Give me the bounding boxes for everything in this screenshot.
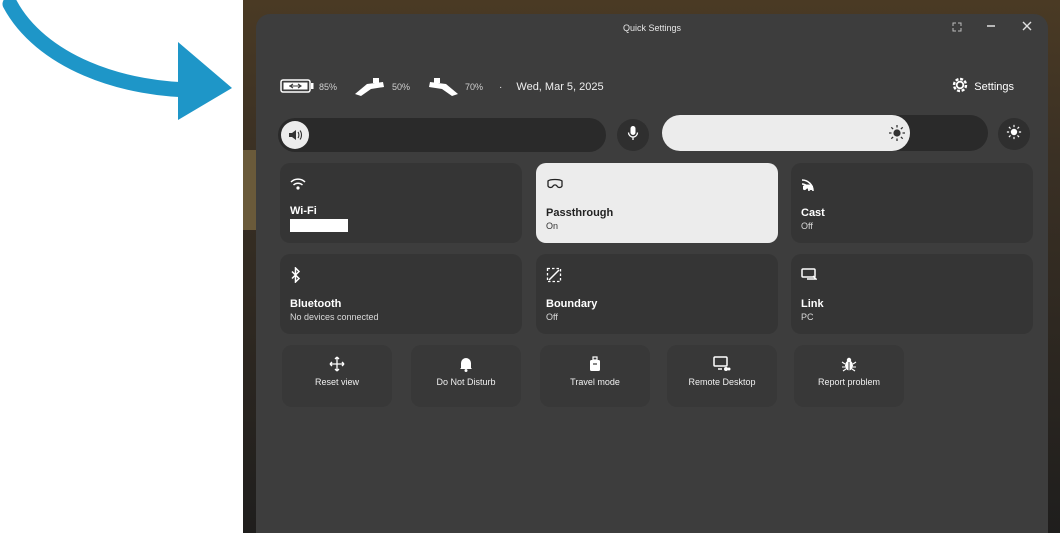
settings-label: Settings (974, 80, 1014, 93)
gear-icon (952, 77, 968, 96)
window-title: Quick Settings (622, 23, 682, 33)
status-separator: · (499, 81, 503, 93)
boundary-icon (546, 266, 768, 284)
do-not-disturb-label: Do Not Disturb (436, 377, 496, 387)
tile-passthrough[interactable]: Passthrough On (536, 163, 778, 243)
tile-label: Passthrough (546, 207, 614, 219)
tile-bluetooth[interactable]: Bluetooth No devices connected (280, 254, 522, 334)
settings-button[interactable]: Settings (952, 77, 1014, 96)
tile-label: Boundary (546, 298, 598, 310)
bug-icon (794, 355, 904, 373)
tile-label: Bluetooth (290, 298, 342, 310)
headset-battery-icon (280, 78, 314, 96)
remote-desktop-icon (667, 355, 777, 373)
volume-slider[interactable] (278, 118, 606, 152)
quick-settings-panel: Quick Settings 85% 50% 70% · Wed, Mar 5,… (256, 14, 1048, 533)
link-icon (801, 266, 1023, 284)
brightness-knob-icon (888, 124, 906, 147)
bluetooth-icon (290, 266, 512, 284)
wifi-icon (290, 175, 512, 193)
headset-battery-value: 85% (319, 82, 338, 92)
report-problem-button[interactable]: Report problem (794, 345, 904, 407)
tile-label: Cast (801, 207, 825, 219)
left-controller-battery: 50% (353, 76, 410, 99)
title-bar[interactable]: Quick Settings (256, 14, 1048, 44)
tile-wifi[interactable]: Wi-Fi (280, 163, 522, 243)
passthrough-icon (546, 175, 768, 193)
right-controller-icon (426, 76, 460, 99)
right-controller-battery: 70% (426, 76, 483, 99)
tile-label: Link (801, 298, 824, 310)
close-icon[interactable] (1018, 19, 1036, 37)
annotation-arrow (2, 0, 232, 120)
travel-mode-label: Travel mode (570, 377, 620, 387)
luggage-icon (540, 355, 650, 373)
travel-mode-button[interactable]: Travel mode (540, 345, 650, 407)
report-problem-label: Report problem (817, 377, 881, 387)
right-controller-battery-value: 70% (465, 82, 484, 92)
move-icon (282, 355, 392, 373)
minimize-icon[interactable] (982, 19, 1000, 37)
reset-view-label: Reset view (314, 377, 359, 387)
tile-status: On (546, 221, 559, 231)
wifi-network-name-redacted (290, 219, 348, 232)
brightness-icon (1006, 124, 1022, 145)
left-controller-icon (353, 76, 387, 99)
tile-status: No devices connected (290, 312, 379, 322)
microphone-button[interactable] (617, 119, 649, 151)
tile-label: Wi-Fi (290, 205, 317, 217)
status-bar: 85% 50% 70% · Wed, Mar 5, 2025 (280, 76, 604, 99)
tile-status: Off (546, 312, 558, 322)
brightness-fill (662, 115, 910, 151)
remote-desktop-label: Remote Desktop (688, 377, 756, 387)
tile-cast[interactable]: Cast Off (791, 163, 1033, 243)
bell-icon (411, 355, 521, 373)
cast-icon (801, 175, 1023, 193)
tile-status: Off (801, 221, 813, 231)
tile-status: PC (801, 312, 814, 322)
do-not-disturb-button[interactable]: Do Not Disturb (411, 345, 521, 407)
volume-icon[interactable] (281, 121, 309, 149)
tile-boundary[interactable]: Boundary Off (536, 254, 778, 334)
remote-desktop-button[interactable]: Remote Desktop (667, 345, 777, 407)
expand-icon[interactable] (948, 19, 966, 37)
microphone-icon (627, 125, 639, 146)
headset-battery: 85% (280, 78, 338, 96)
brightness-slider[interactable] (662, 115, 988, 151)
date-label: Wed, Mar 5, 2025 (516, 81, 604, 93)
brightness-button[interactable] (998, 118, 1030, 150)
left-controller-battery-value: 50% (392, 82, 411, 92)
reset-view-button[interactable]: Reset view (282, 345, 392, 407)
tile-link[interactable]: Link PC (791, 254, 1033, 334)
